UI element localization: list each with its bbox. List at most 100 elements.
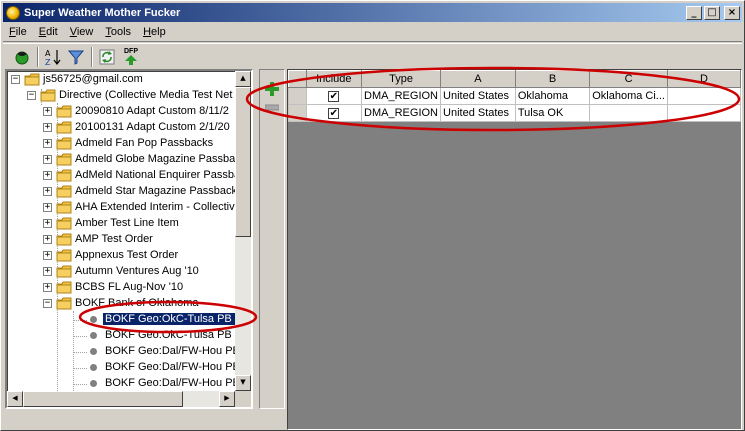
tree-node-order[interactable]: + AHA Extended Interim - Collectiv [7, 200, 235, 216]
collapse-toggle[interactable]: − [27, 91, 36, 100]
menu-view[interactable]: View [64, 26, 100, 38]
refresh-button[interactable] [96, 46, 118, 68]
dfp-upload-button[interactable]: DFP [119, 46, 143, 68]
minimize-button[interactable]: _ [686, 5, 702, 20]
tree-node-network[interactable]: − Directive (Collective Media Test Net [7, 88, 235, 104]
scroll-down-button[interactable]: ▼ [235, 375, 251, 391]
tree-node-line-item[interactable]: BOKF Geo:Dal/FW-Hou PB R [7, 344, 235, 360]
cell-c[interactable]: Oklahoma Ci... [589, 87, 668, 105]
scroll-right-button[interactable]: ▶ [219, 391, 235, 407]
cell-c[interactable] [589, 104, 668, 122]
line-item-bullet-icon [90, 348, 97, 355]
tree-node-line-item[interactable]: BOKF Geo:Dal/FW-Hou PB B [7, 376, 235, 391]
type-cell[interactable]: DMA_REGION [361, 87, 442, 105]
column-header-d[interactable]: D [666, 70, 741, 88]
green-orb-icon [15, 51, 29, 64]
include-checkbox[interactable]: ✔ [328, 90, 340, 102]
tree-node-line-item[interactable]: BOKF Geo:OkC-Tulsa PB Boo [7, 312, 235, 328]
type-cell[interactable]: DMA_REGION [361, 104, 442, 122]
column-header-type[interactable]: Type [361, 70, 442, 88]
tree-rows: − js56725@gmail.com − Directive (Collective… [7, 71, 235, 391]
table-row[interactable]: ✔ DMA_REGION United States Oklahoma Okla… [288, 87, 741, 105]
folder-icon [56, 265, 72, 278]
panel-splitter[interactable] [253, 69, 258, 409]
scroll-left-button[interactable]: ◀ [7, 391, 23, 407]
cell-a[interactable]: United States [440, 104, 516, 122]
header-row: Include Type A B C D [288, 70, 741, 88]
expand-toggle[interactable]: + [43, 235, 52, 244]
expand-toggle[interactable]: + [43, 203, 52, 212]
folder-icon [40, 89, 56, 102]
scroll-thumb-horizontal[interactable] [23, 391, 183, 407]
tree-node-order[interactable]: + Appnexus Test Order [7, 248, 235, 264]
row-header[interactable] [288, 87, 307, 105]
expand-toggle[interactable]: + [43, 171, 52, 180]
include-cell[interactable]: ✔ [305, 87, 363, 105]
expand-toggle[interactable]: + [43, 251, 52, 260]
svg-text:A: A [45, 49, 51, 58]
tree-node-order[interactable]: + AMP Test Order [7, 232, 235, 248]
filter-funnel-icon [68, 50, 84, 65]
tree-node-line-item[interactable]: BOKF Geo:Dal/FW-Hou PB B [7, 360, 235, 376]
collapse-toggle[interactable]: − [43, 299, 52, 308]
expand-toggle[interactable]: + [43, 283, 52, 292]
menu-help[interactable]: Help [137, 26, 172, 38]
cell-b[interactable]: Oklahoma [514, 87, 591, 105]
expand-toggle[interactable]: + [43, 123, 52, 132]
menu-edit[interactable]: Edit [33, 26, 64, 38]
expand-toggle[interactable]: + [43, 187, 52, 196]
expand-toggle[interactable]: + [43, 155, 52, 164]
targeting-grid[interactable]: Include Type A B C D ✔ DMA_REGION United… [287, 69, 742, 430]
remove-button[interactable] [262, 98, 282, 116]
menu-tools[interactable]: Tools [99, 26, 137, 38]
column-header-c[interactable]: C [589, 70, 668, 88]
folder-icon [56, 121, 72, 134]
cell-d[interactable] [666, 87, 741, 105]
collapse-toggle[interactable]: − [11, 75, 20, 84]
line-item-bullet-icon [90, 380, 97, 387]
expand-toggle[interactable]: + [43, 267, 52, 276]
tree-node-order[interactable]: +20100131 Adapt Custom 2/1/20 [7, 120, 235, 136]
tree-node-order[interactable]: + Admeld Fan Pop Passbacks [7, 136, 235, 152]
tree-node-order[interactable]: + AdMeld National Enquirer Passba [7, 168, 235, 184]
scroll-thumb[interactable] [235, 87, 251, 237]
tree-node-order[interactable]: + Admeld Star Magazine Passback [7, 184, 235, 200]
tree-node-order[interactable]: − BOKF Bank of Oklahoma [7, 296, 235, 312]
cell-b[interactable]: Tulsa OK [514, 104, 591, 122]
tree-node-order[interactable]: + Admeld Globe Magazine Passbac [7, 152, 235, 168]
add-button[interactable] [262, 80, 282, 98]
include-checkbox[interactable]: ✔ [328, 107, 340, 119]
order-tree[interactable]: − js56725@gmail.com − Directive (Collective… [5, 69, 253, 409]
column-header-include[interactable]: Include [305, 70, 363, 88]
tree-node-order[interactable]: + Autumn Ventures Aug '10 [7, 264, 235, 280]
tree-node-order[interactable]: + BCBS FL Aug-Nov '10 [7, 280, 235, 296]
expand-toggle[interactable]: + [43, 139, 52, 148]
expand-toggle[interactable]: + [43, 219, 52, 228]
close-button[interactable]: × [724, 5, 740, 20]
row-header[interactable] [288, 104, 307, 122]
column-header-b[interactable]: B [514, 70, 591, 88]
tree-node-label: BOKF Geo:OkC-Tulsa PB RO [105, 329, 235, 341]
app-window: Super Weather Mother Fucker _ □ × File E… [0, 0, 745, 431]
tree-node-label: BCBS FL Aug-Nov '10 [75, 281, 184, 293]
cell-d[interactable] [666, 104, 741, 122]
column-header-a[interactable]: A [440, 70, 516, 88]
tree-node-order[interactable]: +20090810 Adapt Custom 8/11/2 [7, 104, 235, 120]
sort-az-button[interactable]: A Z [42, 46, 64, 68]
include-cell[interactable]: ✔ [305, 104, 363, 122]
toolbar: A Z DFP [3, 43, 742, 69]
tree-node-account[interactable]: − js56725@gmail.com [7, 72, 235, 88]
cell-a[interactable]: United States [440, 87, 516, 105]
expand-toggle[interactable]: + [43, 107, 52, 116]
menu-file[interactable]: File [3, 26, 33, 38]
connect-button[interactable] [11, 46, 33, 68]
tree-horizontal-scrollbar[interactable]: ◀ ▶ [7, 391, 235, 407]
title-bar[interactable]: Super Weather Mother Fucker _ □ × [3, 3, 742, 22]
maximize-button[interactable]: □ [704, 5, 720, 20]
filter-button[interactable] [65, 46, 87, 68]
tree-node-line-item[interactable]: BOKF Geo:OkC-Tulsa PB RO [7, 328, 235, 344]
tree-node-order[interactable]: + Amber Test Line Item [7, 216, 235, 232]
table-row[interactable]: ✔ DMA_REGION United States Tulsa OK [288, 104, 741, 122]
scroll-up-button[interactable]: ▲ [235, 71, 251, 87]
tree-vertical-scrollbar[interactable]: ▲ ▼ [235, 71, 251, 391]
